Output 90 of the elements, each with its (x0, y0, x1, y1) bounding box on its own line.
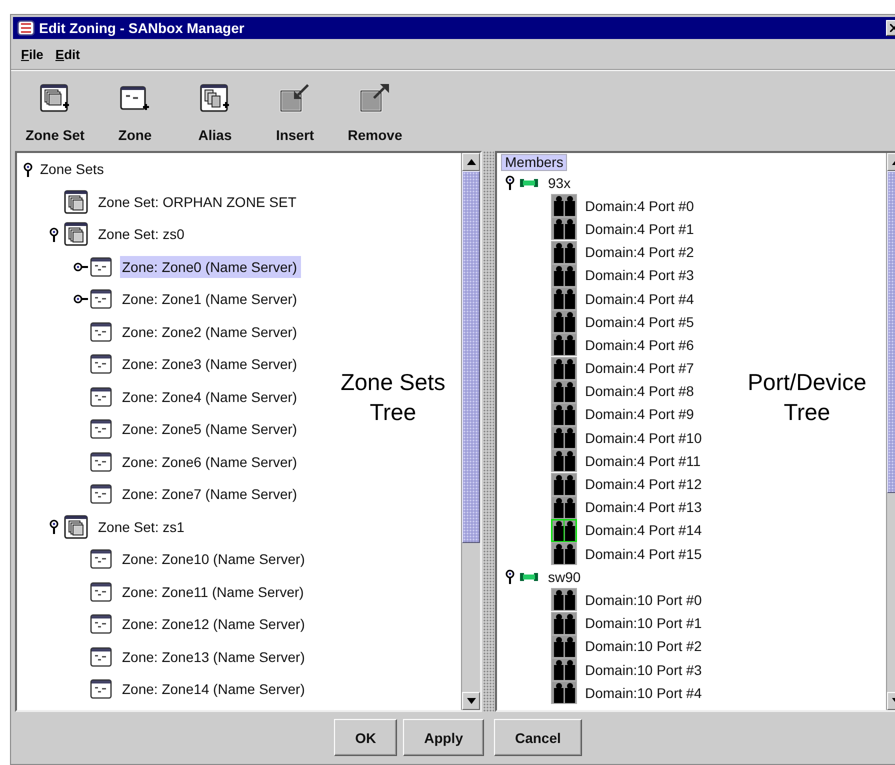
tree-item[interactable]: Domain:4 Port #12 (583, 473, 706, 496)
tree-item[interactable]: Domain:4 Port #2 (583, 241, 698, 264)
tree-item[interactable]: Domain:10 Port #4 (583, 682, 706, 704)
tree-item[interactable]: Zone: Zone0 (Name Server) (120, 256, 302, 278)
toolbar-button[interactable]: Alias (175, 79, 255, 145)
tree-handle[interactable] (49, 226, 59, 242)
tree-item[interactable]: Domain:10 Port #0 (583, 588, 706, 611)
down-arrow-icon (466, 698, 476, 704)
tree-item[interactable]: Domain:4 Port #9 (583, 403, 698, 426)
menu-item[interactable]: Edit (53, 45, 82, 64)
tree-item[interactable]: Domain:4 Port #14 (583, 519, 706, 542)
window-icon (90, 322, 112, 342)
tree-item[interactable]: Domain:4 Port #1 (583, 218, 698, 240)
tree-item[interactable]: Zone Set: zs1 (96, 516, 188, 538)
tree-item[interactable]: Zone: Zone13 (Name Server) (120, 646, 309, 668)
app-icon (17, 19, 35, 37)
tree-item[interactable]: Domain:10 Port #3 (583, 658, 706, 681)
tree-item[interactable]: Zone: Zone2 (Name Server) (120, 320, 302, 343)
toolbar-button[interactable]: Insert (255, 79, 335, 145)
window-icon (90, 256, 112, 277)
window-icon (90, 614, 112, 634)
window-icon (90, 419, 112, 440)
scroll-up-button[interactable] (462, 153, 480, 171)
tree-item[interactable]: Domain:4 Port #7 (583, 357, 698, 380)
tree-item[interactable]: Domain:4 Port #3 (583, 264, 698, 286)
tree-item[interactable]: Zone: Zone11 (Name Server) (120, 580, 308, 603)
tree-item[interactable]: Domain:4 Port #11 (583, 450, 705, 472)
connector-icon (520, 178, 538, 188)
connector-icon (520, 572, 538, 582)
tree-item[interactable]: Domain:10 Port #2 (583, 635, 706, 658)
toolbar-button[interactable]: Zone (95, 79, 175, 145)
window-icon (90, 354, 112, 374)
dialog-button[interactable]: Cancel (494, 719, 582, 756)
tree-item[interactable]: Domain:4 Port #8 (583, 380, 698, 402)
tree-item[interactable]: Domain:4 Port #15 (583, 542, 706, 565)
window-icon (90, 386, 112, 407)
tree-item[interactable]: Zone Set: ORPHAN ZONE SET (96, 190, 300, 213)
dialog-button[interactable]: OK (334, 719, 398, 756)
scroll-thumb[interactable] (462, 171, 480, 543)
tree-item[interactable]: Zone: Zone1 (Name Server) (120, 288, 302, 310)
toolbar-button[interactable]: Remove (335, 79, 415, 145)
tree-item[interactable]: sw90 (546, 566, 585, 588)
window-title: Edit Zoning - SANbox Manager (39, 20, 246, 36)
dialog-button[interactable]: Apply (403, 719, 484, 756)
stacked-windows-add-icon (39, 83, 71, 113)
tree-item[interactable]: Zone: Zone3 (Name Server) (120, 353, 302, 376)
tree-item[interactable]: Zone Set: zs0 (96, 223, 188, 246)
toolbar-button[interactable]: Zone Set (15, 79, 95, 145)
tree-item[interactable]: Zone: Zone10 (Name Server) (120, 548, 309, 570)
tree-item[interactable]: 93x (546, 172, 575, 194)
arrow-out-of-box-icon (359, 83, 391, 113)
tree-handle[interactable] (505, 569, 515, 584)
tree-item[interactable]: Zone: Zone7 (Name Server) (120, 483, 302, 506)
tree-item[interactable]: Domain:4 Port #13 (583, 496, 706, 518)
scroll-down-button[interactable] (462, 692, 480, 710)
tree-handle[interactable] (23, 162, 33, 177)
tree-item[interactable]: Domain:10 Port #1 (583, 612, 706, 634)
menu-item[interactable]: File (19, 45, 46, 64)
tree-item[interactable]: Zone: Zone12 (Name Server) (120, 613, 309, 636)
window-icon (90, 549, 112, 570)
tree-item[interactable]: Domain:4 Port #4 (583, 288, 698, 310)
up-arrow-icon (466, 159, 476, 165)
window-icon (90, 679, 112, 700)
annotation-label: Port/Device Tree (746, 368, 868, 427)
stacked-windows-icon (64, 222, 88, 246)
tree-handle[interactable] (72, 294, 88, 304)
tree-item[interactable]: Zone: Zone4 (Name Server) (120, 386, 302, 408)
tree-item[interactable]: Domain:4 Port #10 (583, 426, 706, 449)
window-icon (90, 484, 112, 504)
stacked-cards-add-icon (199, 83, 231, 113)
tree-handle[interactable] (505, 175, 515, 190)
tree-item[interactable]: Zone Sets (40, 158, 108, 180)
stacked-windows-icon (64, 190, 88, 214)
stacked-windows-icon (64, 514, 88, 539)
tree-handle[interactable] (72, 262, 88, 272)
window-add-icon (119, 83, 151, 113)
window-icon (90, 582, 112, 602)
tree-item[interactable]: Domain:4 Port #5 (583, 310, 698, 333)
window-icon (90, 646, 112, 667)
tree-item[interactable]: Domain:4 Port #6 (583, 334, 698, 356)
arrow-into-box-icon (279, 83, 311, 113)
tree-item[interactable]: Zone: Zone6 (Name Server) (120, 450, 302, 473)
window-icon (90, 452, 112, 472)
tree-item[interactable]: Zone: Zone14 (Name Server) (120, 678, 309, 700)
annotation-label: Zone Sets Tree (340, 368, 446, 427)
tree-handle[interactable] (49, 519, 59, 534)
tree-item[interactable]: Zone: Zone5 (Name Server) (120, 418, 302, 440)
tree-header[interactable]: Members (501, 154, 568, 171)
window-icon (90, 289, 112, 310)
tree-item[interactable]: Domain:4 Port #0 (583, 194, 698, 217)
